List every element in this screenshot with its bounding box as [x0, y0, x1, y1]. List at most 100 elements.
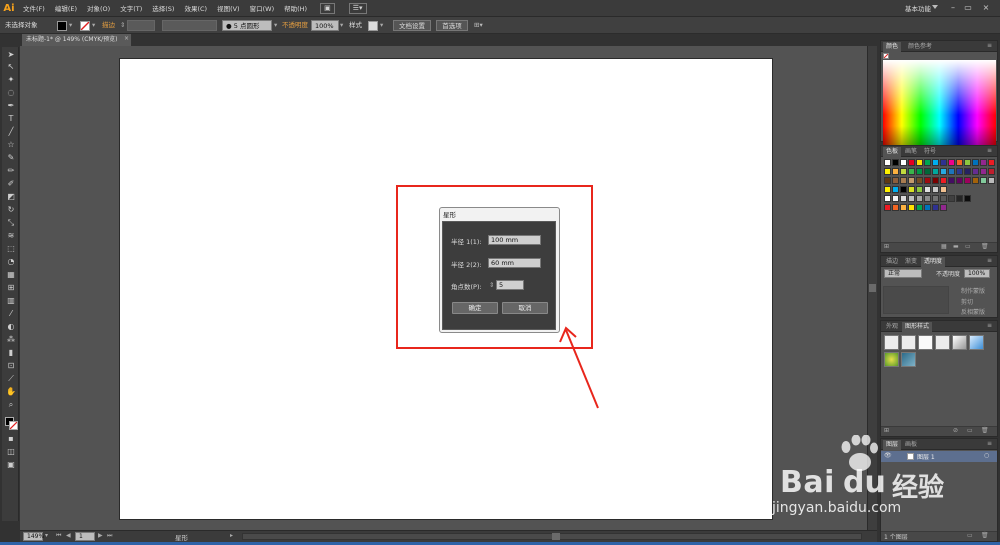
tab-stroke[interactable]: 描边 [883, 257, 901, 267]
swatch[interactable] [892, 204, 899, 211]
chevron-down-icon[interactable]: ▾ [340, 20, 343, 31]
invert-mask-checkbox[interactable]: 反相蒙版 [961, 307, 985, 316]
swatch[interactable] [916, 186, 923, 193]
zoom-tool-icon[interactable]: ⌕ [5, 399, 17, 410]
stroke-color-icon[interactable] [9, 421, 18, 430]
tab-appearance[interactable]: 外观 [883, 322, 901, 332]
swatch[interactable] [940, 168, 947, 175]
blob-brush-tool-icon[interactable]: ✐ [5, 178, 17, 189]
library-menu-icon[interactable]: ⊞ [884, 243, 889, 250]
panel-menu-icon[interactable]: ≡ [987, 257, 992, 264]
swatch[interactable] [932, 186, 939, 193]
first-artboard-icon[interactable]: ⏮ [56, 532, 61, 540]
style-white[interactable] [918, 335, 933, 350]
menu-view[interactable]: 视图(V) [212, 3, 245, 13]
magic-wand-tool-icon[interactable]: ✦ [5, 74, 17, 85]
swatch[interactable] [924, 177, 931, 184]
swatch[interactable] [908, 168, 915, 175]
panel-menu-icon[interactable]: ≡ [987, 322, 992, 329]
new-group-icon[interactable]: ▬ [953, 243, 959, 250]
menu-file[interactable]: 文件(F) [18, 3, 50, 13]
swatch[interactable] [972, 159, 979, 166]
stroke-label[interactable]: 描边 [102, 20, 115, 31]
style-none-fill[interactable] [901, 335, 916, 350]
swatch[interactable] [916, 159, 923, 166]
document-tab[interactable]: 未标题-1* @ 149% (CMYK/预览) [22, 34, 132, 46]
swatch[interactable] [908, 195, 915, 202]
direct-selection-tool-icon[interactable]: ↖ [5, 61, 17, 72]
drawing-mode-icon[interactable]: ◫ [5, 446, 17, 457]
tab-brushes[interactable]: 画笔 [902, 147, 920, 157]
swatch[interactable] [964, 195, 971, 202]
tab-transparency[interactable]: 透明度 [921, 257, 946, 267]
opacity-label[interactable]: 不透明度 [282, 20, 308, 31]
swatch[interactable] [908, 186, 915, 193]
next-artboard-icon[interactable]: ▶ [98, 532, 103, 539]
swatch[interactable] [932, 195, 939, 202]
last-artboard-icon[interactable]: ⏭ [107, 532, 112, 540]
swatch[interactable] [940, 159, 947, 166]
swatch[interactable] [964, 159, 971, 166]
swatch[interactable] [900, 168, 907, 175]
menu-help[interactable]: 帮助(H) [279, 3, 312, 13]
swatch[interactable] [900, 177, 907, 184]
tab-swatches[interactable]: 色板 [883, 147, 902, 157]
swatch[interactable] [924, 168, 931, 175]
style-red-stroke[interactable] [935, 335, 950, 350]
swatch[interactable] [940, 204, 947, 211]
swatch[interactable] [892, 195, 899, 202]
swatch[interactable] [924, 195, 931, 202]
panel-menu-icon[interactable]: ≡ [987, 147, 992, 154]
document-setup-button[interactable]: 文档设置 [393, 20, 431, 31]
fill-swatch[interactable] [57, 21, 67, 31]
radius1-input[interactable]: 100 mm [488, 235, 541, 245]
swatch[interactable] [988, 159, 995, 166]
chevron-down-icon[interactable]: ▾ [45, 532, 48, 539]
artboard-number-field[interactable]: 1 [75, 532, 95, 541]
new-style-icon[interactable]: ▭ [967, 427, 973, 434]
swatch[interactable] [932, 177, 939, 184]
brush-definition[interactable]: ● 5 点圆形 [222, 20, 272, 31]
swatch-kind-icon[interactable]: ▦ [941, 243, 947, 250]
close-icon[interactable]: × [124, 35, 129, 42]
swatch[interactable] [908, 177, 915, 184]
swatch[interactable] [900, 186, 907, 193]
eraser-tool-icon[interactable]: ◩ [5, 191, 17, 202]
style-shadow[interactable] [952, 335, 967, 350]
swatch[interactable] [916, 195, 923, 202]
ok-button[interactable]: 确定 [452, 302, 498, 314]
chevron-down-icon[interactable]: ▾ [274, 20, 277, 31]
none-color-icon[interactable] [883, 53, 889, 59]
maximize-icon[interactable]: ▭ [962, 2, 974, 13]
swatch[interactable] [940, 195, 947, 202]
swatch[interactable] [948, 177, 955, 184]
tab-color[interactable]: 颜色 [883, 42, 902, 52]
points-input[interactable]: 5 [496, 280, 524, 290]
menu-window[interactable]: 窗口(W) [245, 3, 280, 13]
tab-graphic-styles[interactable]: 图形样式 [902, 322, 933, 332]
swatch[interactable] [972, 168, 979, 175]
tab-artboards[interactable]: 画板 [902, 440, 920, 450]
swatch[interactable] [924, 204, 931, 211]
arrange-documents-button[interactable]: ☰▾ [348, 2, 367, 14]
make-mask-button[interactable]: 制作蒙版 [961, 286, 985, 295]
swatch[interactable] [916, 177, 923, 184]
tab-layers[interactable]: 图层 [883, 440, 902, 450]
stroke-swatch[interactable] [80, 21, 90, 31]
swatch[interactable] [884, 168, 891, 175]
cancel-button[interactable]: 取消 [502, 302, 548, 314]
clip-checkbox[interactable]: 剪切 [961, 297, 973, 306]
status-menu-icon[interactable]: ▸ [230, 532, 233, 539]
style-blue-gradient[interactable] [969, 335, 984, 350]
swatch[interactable] [988, 168, 995, 175]
shape-builder-tool-icon[interactable]: ◔ [5, 256, 17, 267]
blend-tool-icon[interactable]: ◐ [5, 321, 17, 332]
warp-tool-icon[interactable]: ≋ [5, 230, 17, 241]
delete-icon[interactable]: 🗑 [981, 243, 989, 250]
column-graph-tool-icon[interactable]: ▮ [5, 347, 17, 358]
selection-tool-icon[interactable]: ➤ [5, 49, 17, 60]
swatch[interactable] [908, 159, 915, 166]
variable-width-field[interactable] [162, 20, 217, 31]
menu-type[interactable]: 文字(T) [115, 3, 147, 13]
bridge-button[interactable]: ▣ [320, 2, 335, 14]
